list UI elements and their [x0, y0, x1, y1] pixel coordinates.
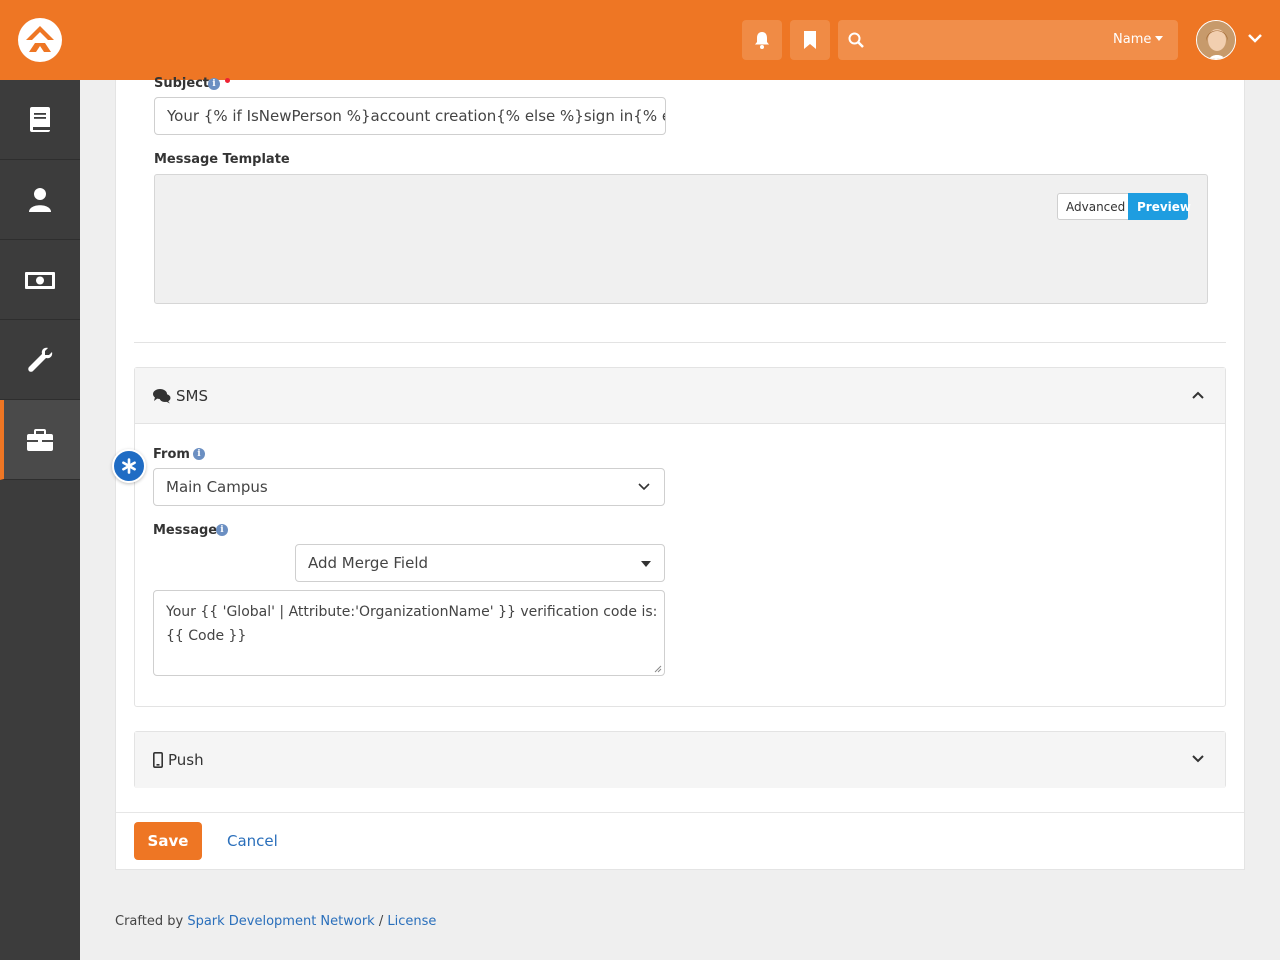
sms-panel-title: SMS: [176, 387, 208, 405]
bookmarks-button[interactable]: [790, 20, 830, 60]
person-icon: [29, 188, 51, 212]
push-panel-title: Push: [168, 751, 204, 769]
merge-field-label: Add Merge Field: [308, 554, 429, 572]
sms-message-line-2: {{ Code }}: [166, 628, 247, 644]
chevron-up-icon[interactable]: [1191, 390, 1205, 400]
push-panel-header[interactable]: Push: [135, 732, 1225, 788]
search-icon: [848, 32, 864, 48]
required-indicator: [225, 78, 230, 83]
asterisk-icon: [122, 458, 136, 474]
from-select[interactable]: Main Campus: [153, 468, 665, 506]
search-bar: Name: [838, 20, 1178, 60]
info-icon[interactable]: i: [208, 78, 220, 90]
merge-field-dropdown[interactable]: Add Merge Field: [295, 544, 665, 582]
info-icon[interactable]: i: [216, 524, 228, 536]
info-icon[interactable]: i: [193, 448, 205, 460]
message-template-label: Message Template: [154, 152, 290, 167]
footer-separator: /: [378, 914, 384, 929]
rock-logo-icon[interactable]: [18, 18, 62, 62]
bell-icon: [755, 32, 769, 49]
chevron-down-icon: [638, 483, 650, 491]
push-panel: Push: [134, 731, 1226, 788]
from-select-value: Main Campus: [166, 478, 268, 496]
org-link[interactable]: Spark Development Network: [187, 914, 374, 929]
crafted-by-text: Crafted by: [115, 914, 184, 929]
from-label: From: [153, 447, 190, 462]
caret-down-icon: [641, 561, 651, 567]
preview-toggle[interactable]: Preview: [1128, 193, 1191, 220]
cancel-button[interactable]: Cancel: [227, 832, 278, 850]
chevron-down-icon[interactable]: [1191, 754, 1205, 764]
money-icon: [25, 272, 55, 289]
message-label: Message: [153, 523, 218, 538]
actions-divider: [116, 812, 1244, 813]
comments-icon: [153, 389, 171, 404]
sms-message-line-1: Your {{ 'Global' | Attribute:'Organizati…: [166, 604, 658, 620]
sidebar-item-book[interactable]: [0, 80, 80, 160]
sms-panel: SMS From i Main Campus Message i Add Mer…: [134, 367, 1226, 707]
mobile-phone-icon: [153, 752, 163, 768]
email-panel-bottom: [134, 342, 1226, 343]
briefcase-icon: [27, 429, 53, 451]
notifications-button[interactable]: [742, 20, 782, 60]
sidebar-item-tools[interactable]: [0, 320, 80, 400]
help-badge[interactable]: [112, 449, 146, 483]
resize-grip-icon[interactable]: [654, 665, 662, 673]
main-card: Subject i Your {% if IsNewPerson %}accou…: [115, 76, 1245, 870]
sidebar-item-people[interactable]: [0, 160, 80, 240]
save-button[interactable]: Save: [134, 822, 202, 860]
avatar[interactable]: [1196, 20, 1236, 60]
license-link[interactable]: License: [387, 914, 436, 929]
chevron-down-icon[interactable]: [1247, 32, 1263, 44]
sms-message-textarea[interactable]: Your {{ 'Global' | Attribute:'Organizati…: [153, 590, 665, 676]
bookmark-icon: [804, 31, 816, 49]
search-filter-label: Name: [1113, 32, 1152, 47]
wrench-icon: [28, 347, 53, 372]
book-icon: [30, 107, 50, 132]
footer-credits: Crafted by Spark Development Network / L…: [115, 914, 436, 929]
message-template-editor[interactable]: Advanced Preview: [154, 174, 1208, 304]
sidebar-item-admin[interactable]: [0, 400, 80, 480]
search-filter-dropdown[interactable]: Name: [1113, 32, 1164, 47]
sidebar: [0, 80, 80, 960]
sms-panel-header[interactable]: SMS: [135, 368, 1225, 424]
advanced-toggle[interactable]: Advanced: [1057, 193, 1129, 220]
subject-label: Subject: [154, 76, 210, 91]
subject-input[interactable]: Your {% if IsNewPerson %}account creatio…: [154, 97, 666, 135]
sidebar-item-finance[interactable]: [0, 240, 80, 320]
top-bar: Name: [0, 0, 1280, 80]
caret-down-icon: [1155, 36, 1164, 41]
search-input[interactable]: [874, 20, 1094, 60]
